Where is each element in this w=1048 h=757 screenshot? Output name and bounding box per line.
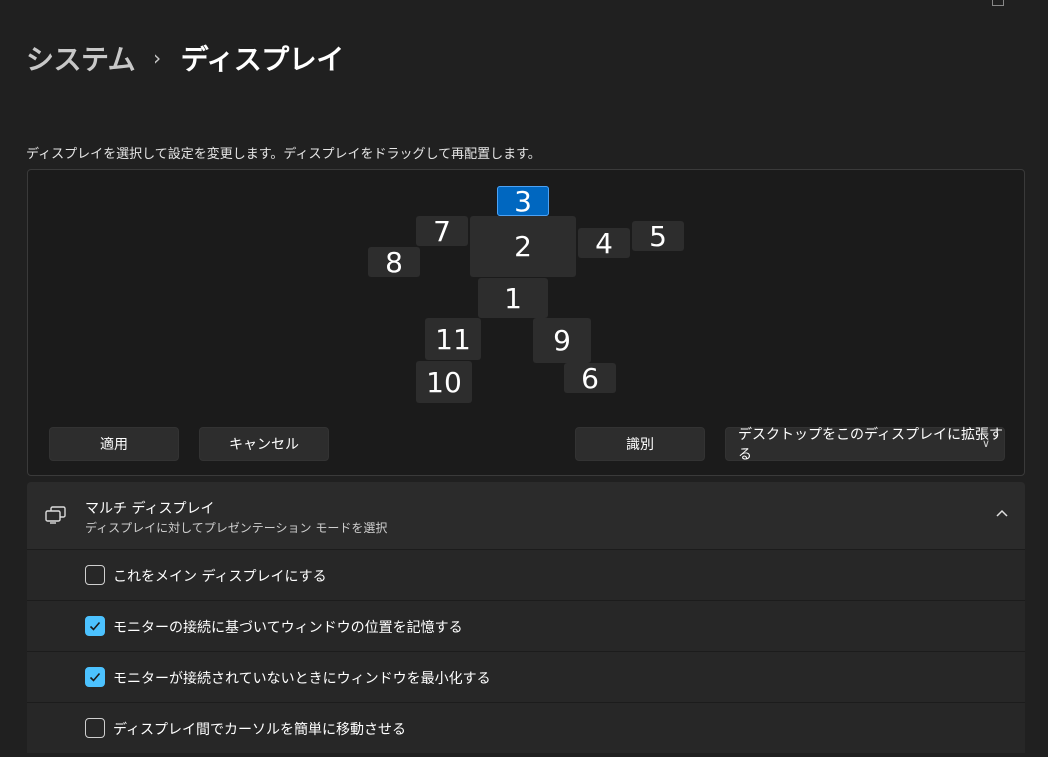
option-row-minimize-windows: モニターが接続されていないときにウィンドウを最小化する: [27, 651, 1025, 702]
multi-monitor-icon: [45, 506, 66, 524]
chevron-up-icon[interactable]: [995, 506, 1009, 520]
main-display-checkbox[interactable]: [85, 565, 105, 585]
display-arrangement-panel: 3 7 2 4 5 8 1 11 9 10 6 適用 キャンセル 識別 デスクト…: [27, 169, 1025, 476]
option-row-remember-window-positions: モニターの接続に基づいてウィンドウの位置を記憶する: [27, 600, 1025, 651]
display-mode-value: デスクトップをこのディスプレイに拡張する: [738, 427, 1004, 463]
breadcrumb: システム › ディスプレイ: [26, 38, 344, 78]
breadcrumb-parent[interactable]: システム: [26, 38, 136, 78]
monitor-5[interactable]: 5: [632, 220, 684, 253]
option-label: ディスプレイ間でカーソルを簡単に移動させる: [113, 722, 407, 738]
checkmark-icon: [89, 621, 101, 631]
monitor-7[interactable]: 7: [416, 215, 468, 248]
page-title: ディスプレイ: [180, 43, 345, 76]
monitor-4[interactable]: 4: [578, 227, 630, 260]
option-label: モニターが接続されていないときにウィンドウを最小化する: [113, 671, 491, 687]
monitor-9[interactable]: 9: [533, 318, 591, 363]
apply-button[interactable]: 適用: [49, 427, 179, 461]
monitor-1[interactable]: 1: [478, 278, 548, 318]
chevron-down-icon: ∨: [981, 437, 990, 450]
checkmark-icon: [89, 672, 101, 682]
monitor-8[interactable]: 8: [368, 246, 420, 279]
remember-window-positions-checkbox[interactable]: [85, 616, 105, 636]
multi-display-section-header[interactable]: マルチ ディスプレイ ディスプレイに対してプレゼンテーション モードを選択: [27, 482, 1025, 549]
easy-cursor-move-checkbox[interactable]: [85, 718, 105, 738]
window-control-icon[interactable]: [992, 0, 1004, 6]
option-label: これをメイン ディスプレイにする: [113, 569, 327, 585]
monitor-11[interactable]: 11: [425, 318, 481, 360]
multi-display-title: マルチ ディスプレイ: [85, 501, 215, 517]
minimize-windows-checkbox[interactable]: [85, 667, 105, 687]
monitor-6[interactable]: 6: [564, 362, 616, 395]
multi-display-subtitle: ディスプレイに対してプレゼンテーション モードを選択: [85, 521, 388, 535]
identify-button[interactable]: 識別: [575, 427, 705, 461]
option-row-easy-cursor-move: ディスプレイ間でカーソルを簡単に移動させる: [27, 702, 1025, 753]
option-label: モニターの接続に基づいてウィンドウの位置を記憶する: [113, 620, 463, 636]
cancel-button[interactable]: キャンセル: [199, 427, 329, 461]
monitor-3[interactable]: 3: [497, 185, 549, 218]
arrange-instruction: ディスプレイを選択して設定を変更します。ディスプレイをドラッグして再配置します。: [26, 147, 541, 162]
breadcrumb-separator-icon: ›: [153, 46, 161, 70]
display-mode-dropdown[interactable]: デスクトップをこのディスプレイに拡張する ∨: [725, 427, 1005, 463]
option-row-main-display: これをメイン ディスプレイにする: [27, 549, 1025, 600]
monitor-2[interactable]: 2: [470, 216, 576, 277]
monitor-10[interactable]: 10: [416, 361, 472, 403]
